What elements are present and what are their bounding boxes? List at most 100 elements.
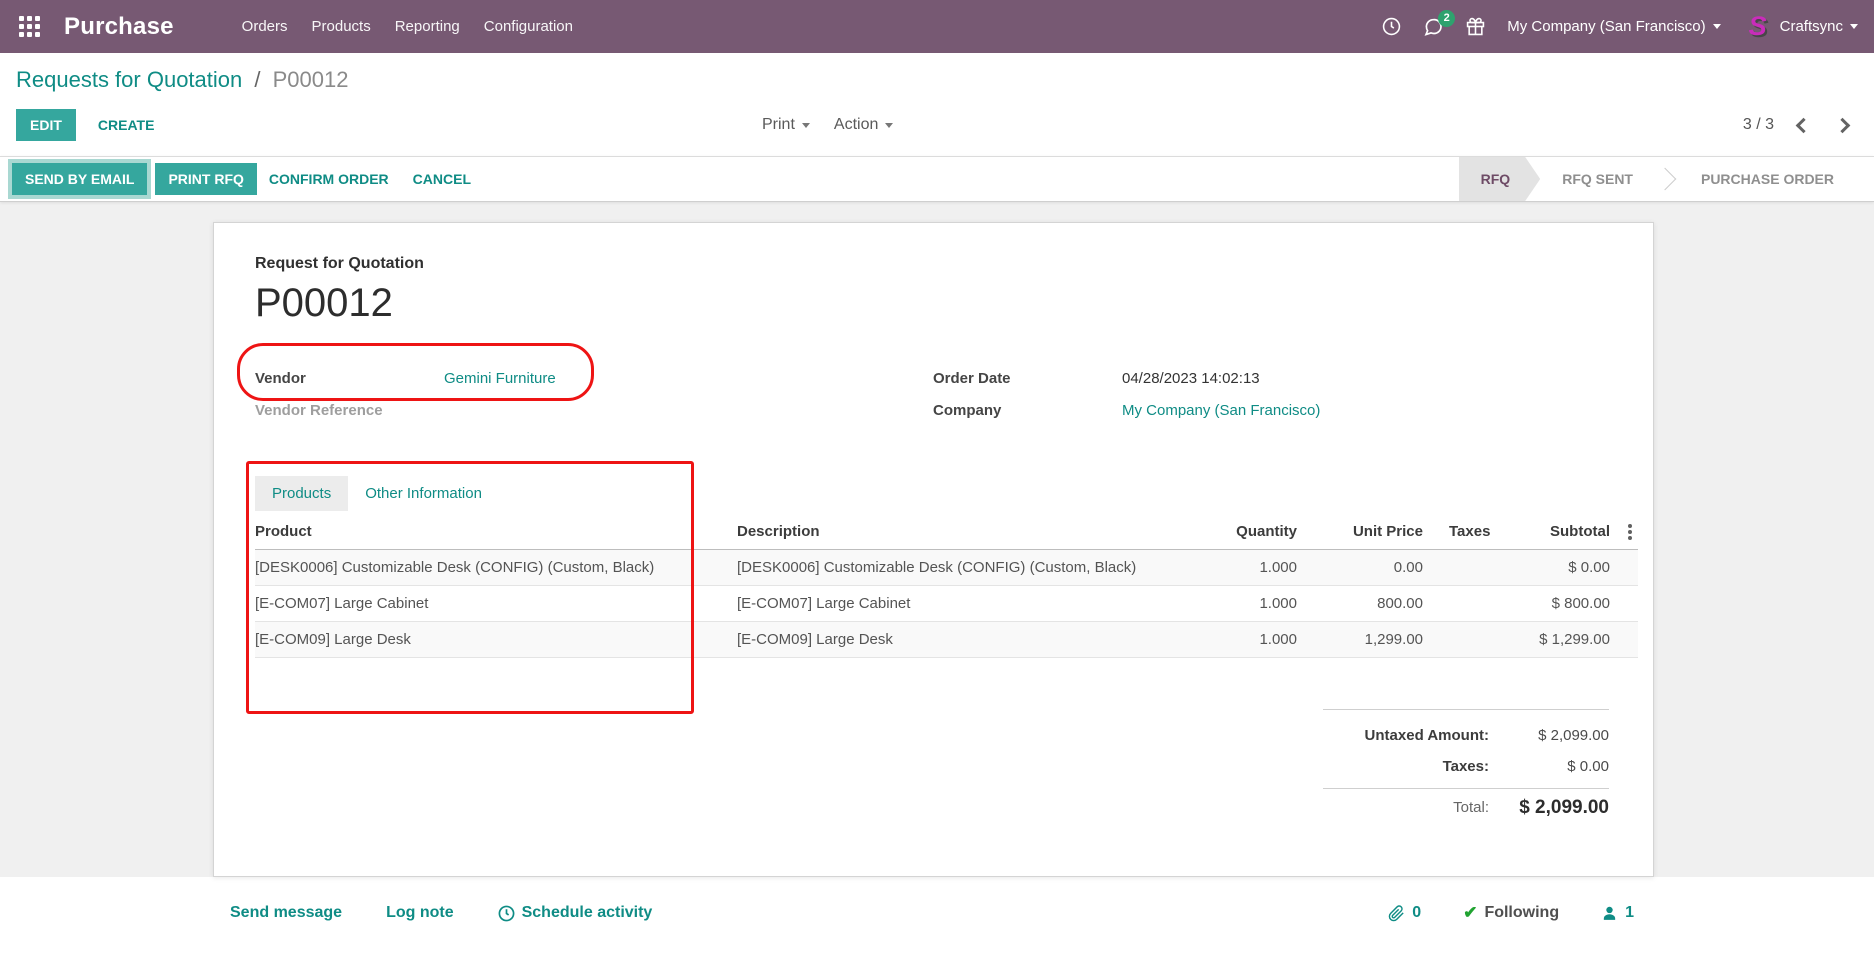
order-lines-table: Product Description Quantity Unit Price … xyxy=(255,514,1638,658)
statusbar: SEND BY EMAIL PRINT RFQ CONFIRM ORDER CA… xyxy=(0,156,1874,202)
order-date-field: Order Date 04/28/2023 14:02:13 xyxy=(933,362,1553,394)
company-value-link[interactable]: My Company (San Francisco) xyxy=(1122,402,1320,419)
cell-description: [E-COM09] Large Desk xyxy=(737,622,1177,657)
clock-icon xyxy=(498,905,515,922)
vendor-field: Vendor Gemini Furniture xyxy=(255,362,875,394)
pager-next-button[interactable] xyxy=(1833,116,1852,135)
odoo-purchase-app: Purchase Orders Products Reporting Confi… xyxy=(0,0,1874,961)
app-name[interactable]: Purchase xyxy=(64,13,174,41)
header-product[interactable]: Product xyxy=(255,514,737,549)
header-subtotal[interactable]: Subtotal xyxy=(1515,514,1610,549)
totals-summary: Untaxed Amount: $ 2,099.00 Taxes: $ 0.00… xyxy=(1323,709,1609,819)
header-unit-price[interactable]: Unit Price xyxy=(1297,514,1423,549)
vertical-dots-icon xyxy=(1628,530,1632,534)
cell-quantity: 1.000 xyxy=(1177,550,1297,585)
status-step-rfq-sent[interactable]: RFQ SENT xyxy=(1540,157,1655,201)
apps-menu-button[interactable] xyxy=(12,10,46,44)
attachments-button[interactable]: 0 xyxy=(1388,904,1421,922)
cell-unit-price: 0.00 xyxy=(1297,550,1423,585)
user-menu-label: Craftsync xyxy=(1780,18,1843,35)
order-date-value[interactable]: 04/28/2023 14:02:13 xyxy=(1122,370,1260,387)
menu-reporting[interactable]: Reporting xyxy=(395,18,460,35)
followers-button[interactable]: 1 xyxy=(1601,904,1634,922)
status-step-rfq[interactable]: RFQ xyxy=(1459,157,1541,201)
cell-unit-price: 800.00 xyxy=(1297,586,1423,621)
vendor-reference-field: Vendor Reference xyxy=(255,394,875,426)
chatter: Send message Log note Schedule activity … xyxy=(0,877,1874,959)
menu-configuration[interactable]: Configuration xyxy=(484,18,573,35)
taxes-value: $ 0.00 xyxy=(1489,758,1609,775)
cell-subtotal: $ 1,299.00 xyxy=(1515,622,1610,657)
chatter-status: 0 ✔ Following 1 xyxy=(1388,903,1634,923)
confirm-order-button[interactable]: CONFIRM ORDER xyxy=(257,163,401,195)
taxes-row: Taxes: $ 0.00 xyxy=(1323,751,1609,782)
table-header-row: Product Description Quantity Unit Price … xyxy=(255,514,1638,550)
header-description[interactable]: Description xyxy=(737,514,1177,549)
untaxed-amount-row: Untaxed Amount: $ 2,099.00 xyxy=(1323,720,1609,751)
cell-taxes xyxy=(1423,559,1515,577)
chevron-down-icon xyxy=(1850,24,1858,29)
print-rfq-button[interactable]: PRINT RFQ xyxy=(155,163,256,195)
tab-other-information[interactable]: Other Information xyxy=(348,476,499,511)
cell-taxes xyxy=(1423,631,1515,649)
vendor-value-link[interactable]: Gemini Furniture xyxy=(444,370,556,387)
pager-value: 3 / 3 xyxy=(1743,116,1774,134)
activities-clock-icon[interactable] xyxy=(1382,17,1401,36)
following-button[interactable]: ✔ Following xyxy=(1463,903,1559,923)
document-type-label: Request for Quotation xyxy=(255,255,1633,273)
gift-icon[interactable] xyxy=(1466,17,1485,36)
table-row[interactable]: [E-COM09] Large Desk [E-COM09] Large Des… xyxy=(255,622,1638,658)
check-icon: ✔ xyxy=(1463,903,1477,923)
chevron-right-icon xyxy=(1835,117,1851,133)
untaxed-amount-label: Untaxed Amount: xyxy=(1365,727,1489,744)
cell-product: [E-COM07] Large Cabinet xyxy=(255,586,737,621)
form-sheet: Request for Quotation P00012 Vendor Gemi… xyxy=(213,222,1654,877)
apps-grid-icon xyxy=(19,16,40,37)
cancel-button[interactable]: CANCEL xyxy=(401,163,483,195)
tab-products[interactable]: Products xyxy=(255,476,348,511)
followers-count: 1 xyxy=(1625,904,1634,922)
navbar-systray: 2 My Company (San Francisco) S Craftsync xyxy=(1382,12,1858,42)
form-view: Request for Quotation P00012 Vendor Gemi… xyxy=(0,202,1874,877)
header-quantity[interactable]: Quantity xyxy=(1177,514,1297,549)
attachments-count: 0 xyxy=(1412,904,1421,922)
breadcrumb-parent-link[interactable]: Requests for Quotation xyxy=(16,67,242,92)
menu-orders[interactable]: Orders xyxy=(242,18,288,35)
column-options-button[interactable] xyxy=(1610,521,1638,543)
company-switcher[interactable]: My Company (San Francisco) xyxy=(1507,18,1720,35)
main-menu: Orders Products Reporting Configuration xyxy=(242,18,573,35)
order-date-label: Order Date xyxy=(933,370,1122,387)
status-step-separator-icon xyxy=(1655,157,1679,201)
menu-products[interactable]: Products xyxy=(312,18,371,35)
schedule-activity-button[interactable]: Schedule activity xyxy=(498,904,653,922)
create-button[interactable]: CREATE xyxy=(84,109,169,141)
notebook-tabs: Products Other Information xyxy=(255,476,1633,511)
messages-icon[interactable]: 2 xyxy=(1423,17,1444,37)
pager-previous-button[interactable] xyxy=(1794,116,1813,135)
cell-quantity: 1.000 xyxy=(1177,622,1297,657)
user-menu[interactable]: S Craftsync xyxy=(1743,12,1858,42)
top-navbar: Purchase Orders Products Reporting Confi… xyxy=(0,0,1874,53)
schedule-activity-label: Schedule activity xyxy=(522,904,653,922)
status-step-purchase-order[interactable]: PURCHASE ORDER xyxy=(1679,157,1856,201)
action-dropdown-label: Action xyxy=(834,116,878,134)
send-by-email-button[interactable]: SEND BY EMAIL xyxy=(12,163,147,195)
following-label: Following xyxy=(1484,904,1559,922)
vendor-label: Vendor xyxy=(255,370,444,387)
cell-taxes xyxy=(1423,595,1515,613)
table-row[interactable]: [E-COM07] Large Cabinet [E-COM07] Large … xyxy=(255,586,1638,622)
cell-product: [DESK0006] Customizable Desk (CONFIG) (C… xyxy=(255,550,737,585)
edit-button[interactable]: EDIT xyxy=(16,109,76,141)
company-label: Company xyxy=(933,402,1122,419)
log-note-button[interactable]: Log note xyxy=(386,904,454,922)
header-taxes[interactable]: Taxes xyxy=(1423,514,1515,549)
print-dropdown-label: Print xyxy=(762,116,795,134)
control-panel: Requests for Quotation / P00012 EDIT CRE… xyxy=(0,53,1874,156)
send-message-button[interactable]: Send message xyxy=(230,904,342,922)
table-row[interactable]: [DESK0006] Customizable Desk (CONFIG) (C… xyxy=(255,550,1638,586)
fields-right-column: Order Date 04/28/2023 14:02:13 Company M… xyxy=(933,362,1553,426)
print-dropdown[interactable]: Print xyxy=(762,116,810,134)
fields-left-column: Vendor Gemini Furniture Vendor Reference xyxy=(255,362,875,426)
chevron-left-icon xyxy=(1796,117,1812,133)
action-dropdown[interactable]: Action xyxy=(834,116,893,134)
